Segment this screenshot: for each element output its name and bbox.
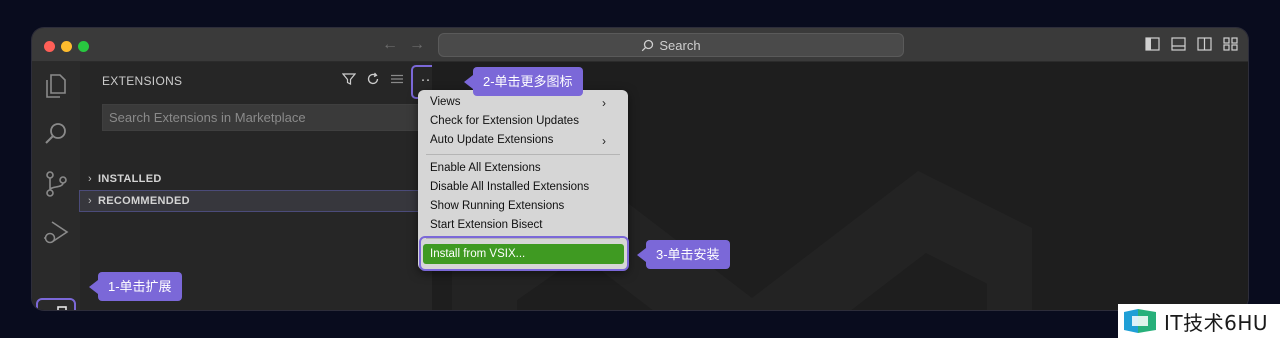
menu-item-views[interactable]: Views ›	[430, 96, 616, 112]
watermark-text: IT技术6HU	[1164, 310, 1269, 335]
activity-bar	[32, 62, 80, 310]
toggle-secondary-sidebar-icon[interactable]	[1197, 37, 1212, 51]
filter-icon[interactable]	[342, 72, 356, 86]
command-center-label: Search	[659, 37, 701, 53]
watermark-logo-icon	[1124, 309, 1156, 333]
callout-step3: 3-单击安装	[637, 240, 730, 269]
extensions-highlight-box[interactable]	[36, 298, 76, 310]
forward-arrow-icon[interactable]: →	[409, 36, 425, 54]
toggle-primary-sidebar-icon[interactable]	[1145, 37, 1160, 51]
layout-controls	[1145, 37, 1238, 51]
extensions-search-input[interactable]: Search Extensions in Marketplace	[102, 104, 432, 131]
menu-separator	[426, 154, 620, 155]
callout-step2: 2-单击更多图标	[464, 67, 583, 96]
chevron-right-icon: ›	[602, 96, 606, 110]
menu-item-auto-update[interactable]: Auto Update Extensions ›	[430, 134, 616, 150]
chevron-right-icon: ›	[602, 134, 606, 148]
menu-item-label: Views	[430, 96, 461, 108]
extensions-icon[interactable]	[42, 304, 70, 310]
menu-item-show-running[interactable]: Show Running Extensions	[430, 200, 564, 216]
source-control-icon[interactable]	[42, 170, 70, 198]
section-label: INSTALLED	[97, 173, 162, 185]
sidebar-title: EXTENSIONS	[102, 74, 183, 88]
section-installed[interactable]: › INSTALLED	[80, 169, 432, 189]
minimize-window-button[interactable]	[61, 41, 72, 52]
title-bar: ← → Search	[32, 28, 1248, 62]
chevron-right-icon: ›	[88, 195, 92, 207]
menu-item-label: Auto Update Extensions	[430, 134, 554, 146]
toggle-panel-icon[interactable]	[1171, 37, 1186, 51]
refresh-icon[interactable]	[366, 72, 380, 86]
command-center-search[interactable]: Search	[438, 33, 904, 57]
search-icon[interactable]	[42, 120, 70, 148]
section-label: RECOMMENDED	[97, 195, 190, 207]
clear-list-icon[interactable]	[390, 72, 404, 86]
customize-layout-icon[interactable]	[1223, 37, 1238, 51]
menu-item-check-updates[interactable]: Check for Extension Updates	[430, 115, 579, 131]
menu-item-install-from-vsix[interactable]: Install from VSIX...	[423, 244, 624, 264]
chevron-right-icon: ›	[88, 173, 92, 185]
back-arrow-icon[interactable]: ←	[382, 36, 398, 54]
run-debug-icon[interactable]	[42, 218, 70, 246]
site-watermark: IT技术6HU	[1118, 304, 1280, 338]
section-recommended[interactable]: › RECOMMENDED	[79, 190, 433, 212]
search-icon	[642, 39, 654, 51]
callout-step1: 1-单击扩展	[89, 272, 182, 301]
vscode-window: ← → Search EXTENSIONS ··· Search Extensi…	[32, 28, 1248, 310]
explorer-icon[interactable]	[42, 72, 70, 100]
menu-item-disable-all[interactable]: Disable All Installed Extensions	[430, 181, 589, 197]
menu-item-start-bisect[interactable]: Start Extension Bisect	[430, 219, 543, 235]
menu-item-enable-all[interactable]: Enable All Extensions	[430, 162, 541, 178]
sidebar-actions	[342, 72, 404, 86]
zoom-window-button[interactable]	[78, 41, 89, 52]
close-window-button[interactable]	[44, 41, 55, 52]
